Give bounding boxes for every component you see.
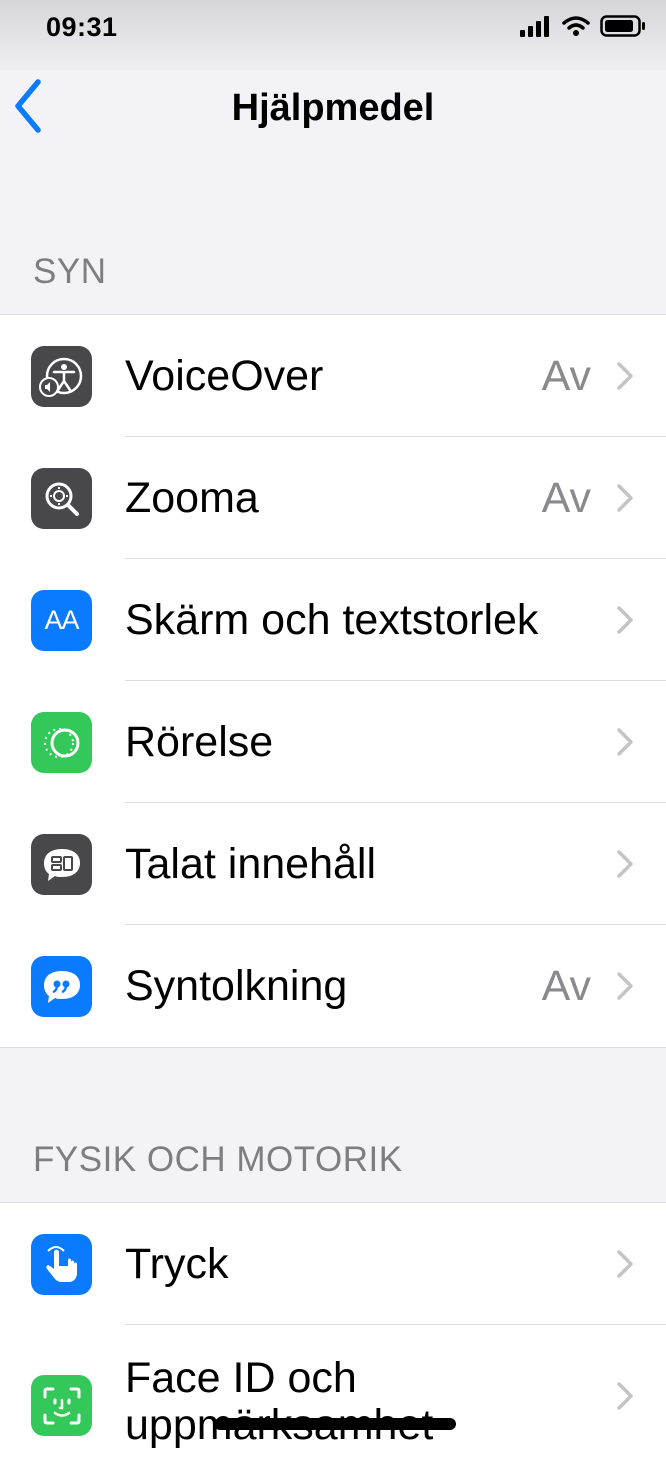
chevron-right-icon [617, 606, 633, 634]
chevron-right-icon [617, 362, 633, 390]
row-audio-description[interactable]: Syntolkning Av [0, 925, 666, 1047]
row-label: Rörelse [125, 718, 274, 766]
chevron-right-icon [617, 1250, 633, 1278]
chevron-right-icon [617, 850, 633, 878]
row-zoom[interactable]: Zooma Av [0, 437, 666, 559]
row-display-text-size[interactable]: AA Skärm och textstorlek [0, 559, 666, 681]
voiceover-icon [31, 346, 92, 407]
face-id-icon [31, 1375, 92, 1436]
row-label: VoiceOver [125, 352, 324, 400]
row-touch[interactable]: Tryck [0, 1203, 666, 1325]
status-icons [520, 14, 646, 38]
page-title: Hjälpmedel [231, 87, 435, 129]
home-indicator[interactable] [214, 1418, 456, 1430]
wifi-icon [562, 16, 590, 36]
row-label: Zooma [125, 474, 259, 522]
touch-icon [31, 1234, 92, 1295]
row-label: Tryck [125, 1240, 229, 1288]
chevron-right-icon [617, 484, 633, 512]
text-size-icon: AA [31, 590, 92, 651]
row-label: Skärm och textstorlek [125, 596, 539, 644]
row-motion[interactable]: Rörelse [0, 681, 666, 803]
row-value: Av [541, 474, 591, 522]
chevron-right-icon [617, 1382, 633, 1410]
audio-description-icon [31, 956, 92, 1017]
spoken-content-icon [31, 834, 92, 895]
row-label: Syntolkning [125, 962, 348, 1010]
status-time: 09:31 [46, 12, 118, 42]
motion-icon [31, 712, 92, 773]
cellular-signal-icon [520, 16, 549, 37]
settings-group-vision: VoiceOver Av Zooma Av AA Skärm och texts… [0, 314, 666, 1048]
row-label: Talat innehåll [125, 840, 377, 888]
zoom-icon [31, 468, 92, 529]
row-spoken-content[interactable]: Talat innehåll [0, 803, 666, 925]
status-bar: 09:31 [0, 0, 666, 70]
section-header-vision: SYN [33, 252, 107, 291]
text-size-icon-glyph: AA [44, 605, 79, 635]
navigation-bar: Hjälpmedel [0, 70, 666, 160]
row-label: Face ID och uppmärksamhet [125, 1354, 433, 1449]
row-face-id-attention[interactable]: Face ID och uppmärksamhet [0, 1325, 666, 1465]
chevron-right-icon [617, 728, 633, 756]
chevron-right-icon [617, 972, 633, 1000]
row-value: Av [541, 962, 591, 1010]
row-voiceover[interactable]: VoiceOver Av [0, 315, 666, 437]
section-header-physical-motor: FYSIK OCH MOTORIK [33, 1140, 403, 1179]
battery-icon [600, 15, 645, 37]
row-value: Av [541, 352, 591, 400]
